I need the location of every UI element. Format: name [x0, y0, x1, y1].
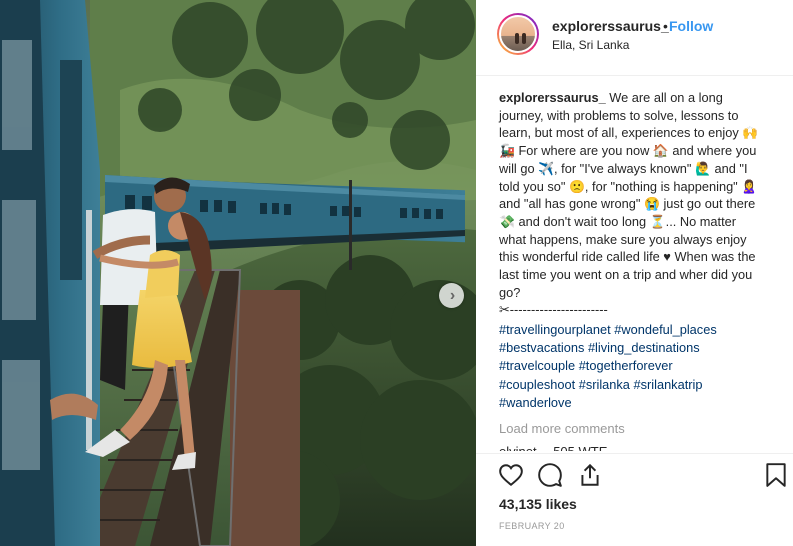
- avatar-image: [499, 15, 537, 53]
- hashtag-link[interactable]: #srilanka: [579, 377, 630, 392]
- avatar[interactable]: [497, 13, 539, 55]
- username-link[interactable]: explorerssaurus_: [552, 18, 669, 34]
- load-more-comments-button[interactable]: Load more comments: [499, 421, 625, 436]
- caption-divider: ✂-----------------------: [499, 302, 608, 318]
- location-link[interactable]: Ella, Sri Lanka: [552, 38, 629, 52]
- bookmark-icon[interactable]: [764, 462, 788, 488]
- photo-illustration: [0, 0, 476, 546]
- post-side-panel: explorerssaurus_ • Follow Ella, Sri Lank…: [476, 0, 793, 546]
- separator-dot: •: [663, 18, 668, 34]
- carousel-next-button[interactable]: ›: [439, 283, 464, 308]
- hashtag-link[interactable]: #togetherforever: [579, 358, 673, 373]
- hashtag-list: #travellingourplanet #wondeful_places #b…: [499, 321, 769, 412]
- post-date[interactable]: FEBRUARY 20: [499, 521, 565, 531]
- hashtag-link[interactable]: #travelcouple: [499, 358, 575, 373]
- caption-text: We are all on a long journey, with probl…: [499, 90, 759, 300]
- hashtag-link[interactable]: #travellingourplanet: [499, 322, 611, 337]
- share-icon[interactable]: [577, 462, 603, 488]
- post-header: explorerssaurus_ • Follow Ella, Sri Lank…: [476, 0, 793, 76]
- hashtag-link[interactable]: #living_destinations: [588, 340, 700, 355]
- heart-icon[interactable]: [498, 462, 524, 488]
- caption-username[interactable]: explorerssaurus_: [499, 90, 606, 105]
- likes-count[interactable]: 43,135 likes: [499, 496, 577, 512]
- clipped-comment-row: elyinet… 505 WTE: [499, 444, 607, 451]
- hashtag-link[interactable]: #coupleshoot: [499, 377, 575, 392]
- action-bar: [476, 453, 793, 487]
- post-caption: explorerssaurus_ We are all on a long jo…: [499, 89, 764, 319]
- post-photo[interactable]: ›: [0, 0, 476, 546]
- follow-button[interactable]: Follow: [669, 18, 713, 34]
- hashtag-link[interactable]: #wondeful_places: [614, 322, 716, 337]
- hashtag-link[interactable]: #srilankatrip: [633, 377, 702, 392]
- comment-bubble-icon[interactable]: [537, 462, 563, 488]
- chevron-right-icon: ›: [449, 286, 456, 304]
- hashtag-link[interactable]: #wanderlove: [499, 395, 572, 410]
- hashtag-link[interactable]: #bestvacations: [499, 340, 584, 355]
